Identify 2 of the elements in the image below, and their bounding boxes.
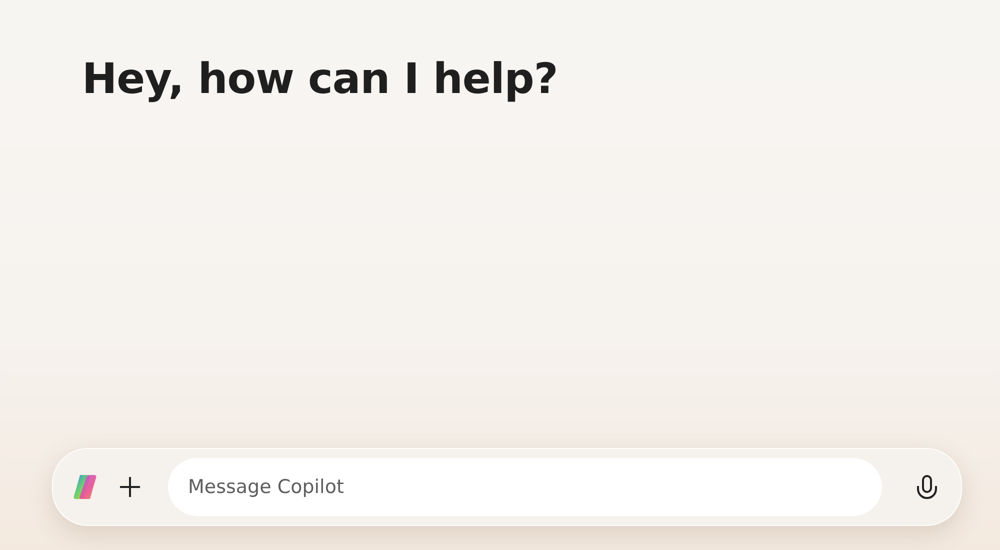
greeting-heading: Hey, how can I help? xyxy=(82,54,559,103)
message-input[interactable]: Message Copilot xyxy=(168,458,882,516)
